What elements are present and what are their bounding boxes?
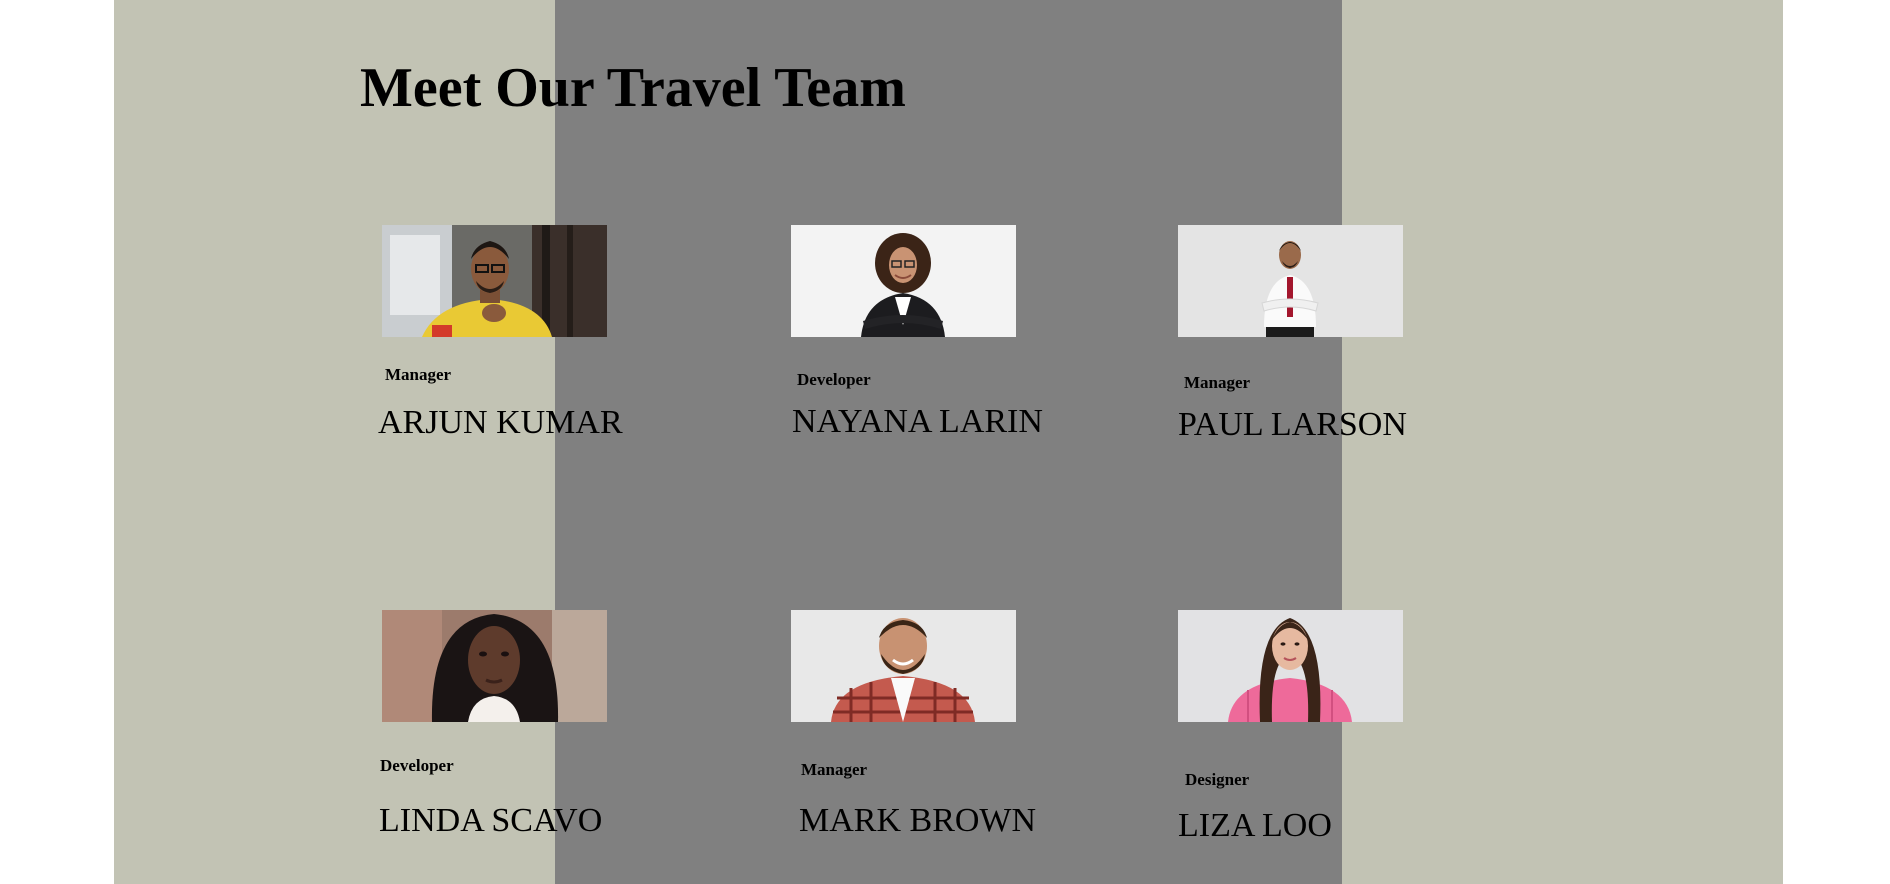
team-member-role: Developer [380, 756, 454, 775]
team-member-name: NAYANA LARIN [792, 403, 1043, 440]
team-member-photo [382, 225, 607, 337]
team-member-name: LINDA SCAVO [379, 802, 603, 839]
team-member-role: Manager [801, 760, 868, 779]
portrait-woman-pink-sweater [1178, 610, 1403, 722]
team-member-role: Designer [1185, 770, 1250, 789]
team-member-photo [1178, 610, 1403, 722]
team-member-role: Manager [385, 365, 452, 384]
team-member-photo [791, 225, 1016, 337]
page-title: Meet Our Travel Team [360, 57, 906, 119]
team-member-role: Developer [797, 370, 871, 389]
team-member-name: PAUL LARSON [1178, 406, 1407, 443]
portrait-woman-curly-hair [382, 610, 607, 722]
team-member-role: Manager [1184, 373, 1251, 392]
team-member-photo [791, 610, 1016, 722]
portrait-woman-black-blazer [791, 225, 1016, 337]
team-member-name: LIZA LOO [1178, 807, 1332, 844]
team-member-photo [382, 610, 607, 722]
portrait-man-yellow-shirt-glasses [382, 225, 607, 337]
team-member-photo [1178, 225, 1403, 337]
team-member-name: MARK BROWN [799, 802, 1037, 839]
page: Meet Our Travel Team Manager ARJUN KUMAR [0, 0, 1890, 884]
team-member-name: ARJUN KUMAR [378, 404, 623, 441]
portrait-man-plaid-shirt [791, 610, 1016, 722]
portrait-man-white-shirt-red-tie [1178, 225, 1403, 337]
